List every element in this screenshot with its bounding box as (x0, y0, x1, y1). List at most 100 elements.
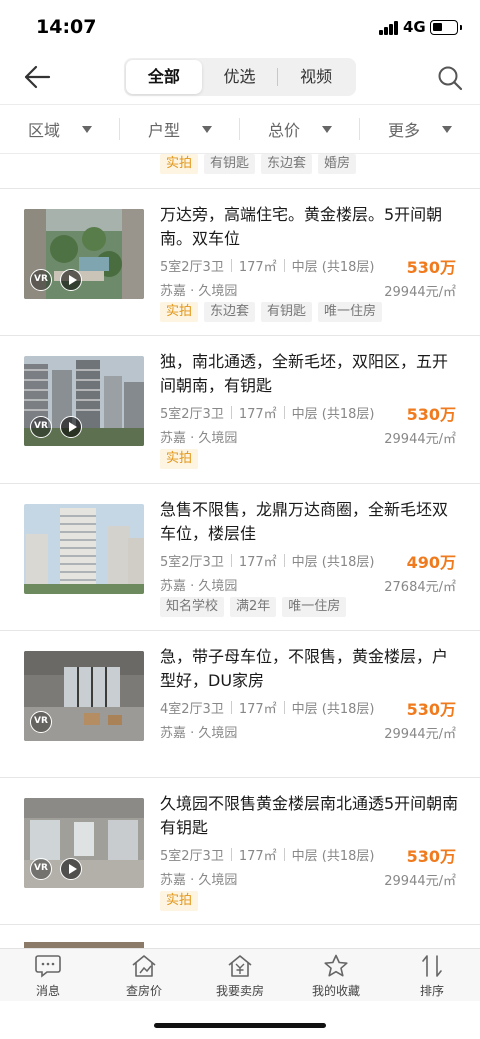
tag: 实拍 (160, 154, 199, 174)
listing-photo (24, 504, 144, 594)
list-divider (0, 924, 480, 925)
listing-tags: 实拍 东边套 有钥匙 唯一住房 (160, 302, 388, 322)
tab-sell-house[interactable]: 我要卖房 (192, 949, 288, 1001)
listing-title: 急售不限售，龙鼎万达商圈，全新毛坯双车位，楼层佳 (160, 500, 449, 543)
caret-down-icon (202, 125, 212, 133)
tab-label: 消息 (35, 984, 60, 998)
community-name: 苏嘉 · 久境园 (160, 579, 238, 594)
message-icon (35, 955, 61, 978)
listing-photo: VR (24, 798, 144, 888)
tab-all[interactable]: 全部 (126, 60, 202, 94)
listing-title: 急，带子母车位，不限售，黄金楼层，户型好，DU家房 (160, 647, 449, 690)
total-price: 530万 (406, 405, 456, 424)
tag: 有钥匙 (204, 154, 256, 174)
listing-title: 独，南北通透，全新毛坯，双阳区，五开间朝南，有钥匙 (160, 352, 449, 395)
search-icon[interactable] (436, 64, 464, 92)
tab-label: 查房价 (125, 984, 162, 998)
filter-more-label: 更多 (387, 121, 420, 140)
community-name: 苏嘉 · 久境园 (160, 431, 238, 446)
total-price: 530万 (406, 700, 456, 719)
tag: 实拍 (160, 891, 199, 911)
filter-region[interactable]: 区域 (0, 105, 120, 153)
tab-label: 排序 (419, 984, 444, 998)
listing-tags: 知名学校 满2年 唯一住房 (160, 597, 352, 617)
battery-icon (430, 20, 462, 35)
listing-title: 万达旁，高端住宅。黄金楼层。5开间朝南。双车位 (160, 205, 443, 248)
filter-layout[interactable]: 户型 (120, 105, 240, 153)
listing-meta: 4室2厅3卫 177㎡ 中层 (共18层) (160, 698, 374, 717)
unit-price: 29944元/㎡ (384, 727, 456, 742)
floor-area: 177㎡ (238, 260, 277, 275)
play-icon[interactable] (60, 416, 82, 438)
room-layout: 4室2厅3卫 (160, 702, 224, 717)
listing-tags: 实拍 (160, 449, 204, 469)
listing-card[interactable]: VR 急，带子母车位，不限售，黄金楼层，户型好，DU家房 4室2厅3卫 177㎡中… (0, 631, 480, 778)
tag: 满2年 (230, 597, 277, 617)
listing-card[interactable]: VR 万达旁，高端住宅。黄金楼层。5开间朝南。双车位 5室2厅3卫 177㎡ 中层 … (0, 189, 480, 336)
floor-area: 177㎡ (238, 849, 277, 864)
star-icon (324, 954, 348, 977)
total-price: 530万 (406, 847, 456, 866)
floor-level: 中层 (共18层) (291, 260, 375, 275)
listing-card[interactable]: 急售不限售，龙鼎万达商圈，全新毛坯双车位，楼层佳 5室2厅3卫 177㎡ 中层 (共… (0, 484, 480, 631)
listing-card[interactable]: VR 独，南北通透，全新毛坯，双阳区，五开间朝南，有钥匙 5室2厅3卫 177㎡中… (0, 336, 480, 483)
play-icon[interactable] (60, 858, 82, 880)
tag: 实拍 (160, 302, 199, 322)
status-bar: 14:07 4G (0, 0, 480, 54)
listing-title: 久境园不限售黄金楼层南北通透5开间朝南有钥匙 (160, 794, 459, 837)
listing-photo: VR (24, 356, 144, 446)
caret-down-icon (322, 125, 332, 133)
tag: 唯一住房 (318, 302, 383, 322)
tab-sort[interactable]: 排序 (384, 949, 480, 1001)
total-price: 530万 (406, 258, 456, 277)
tab-favorites[interactable]: 我的收藏 (288, 949, 384, 1001)
community-name: 苏嘉 · 久境园 (160, 873, 238, 888)
play-icon[interactable] (60, 269, 82, 291)
tab-label: 我要卖房 (215, 984, 264, 998)
tab-messages[interactable]: 消息 (0, 949, 96, 1001)
room-layout: 5室2厅3卫 (160, 407, 224, 422)
tag: 有钥匙 (261, 302, 313, 322)
sell-house-icon (228, 955, 252, 977)
unit-price: 27684元/㎡ (384, 580, 456, 595)
house-price-icon (132, 955, 156, 977)
listing-card[interactable]: VR 久境园不限售黄金楼层南北通透5开间朝南有钥匙 5室2厅3卫 177㎡ 中层 (… (0, 778, 480, 925)
unit-price: 29944元/㎡ (384, 285, 456, 300)
network-type: 4G (403, 18, 426, 36)
status-time: 14:07 (36, 16, 97, 38)
tag: 知名学校 (160, 597, 225, 617)
room-layout: 5室2厅3卫 (160, 260, 224, 275)
listing-tags: 实拍 (160, 891, 204, 911)
nav-bar: 全部 优选 视频 (0, 54, 480, 100)
caret-down-icon (82, 125, 92, 133)
tab-video[interactable]: 视频 (278, 60, 354, 94)
tab-featured[interactable]: 优选 (202, 60, 278, 94)
floor-level: 中层 (共18层) (291, 849, 375, 864)
vr-badge: VR (30, 269, 52, 291)
listing-list[interactable]: 实拍 有钥匙 东边套 婚房 VR 万达旁，高端住宅。黄金楼层。5开间朝南。双车位… (0, 154, 480, 948)
tab-house-price[interactable]: 查房价 (96, 949, 192, 1001)
room-layout: 5室2厅3卫 (160, 555, 224, 570)
listing-meta: 5室2厅3卫 177㎡ 中层 (共18层) (160, 256, 374, 275)
tag: 东边套 (261, 154, 313, 174)
floor-area: 177㎡ (238, 407, 277, 422)
bottom-tab-bar: 消息 查房价 我要卖房 我的收藏 排序 (0, 948, 480, 1001)
sort-icon (422, 955, 442, 977)
filter-more[interactable]: 更多 (360, 105, 480, 153)
tag: 婚房 (318, 154, 357, 174)
caret-down-icon (442, 125, 452, 133)
filter-price[interactable]: 总价 (240, 105, 360, 153)
community-name: 苏嘉 · 久境园 (160, 284, 238, 299)
listing-meta: 5室2厅3卫 177㎡ 中层 (共18层) (160, 551, 374, 570)
listing-meta: 5室2厅3卫 177㎡ 中层 (共18层) (160, 403, 374, 422)
listing-meta: 5室2厅3卫 177㎡ 中层 (共18层) (160, 845, 374, 864)
listing-photo: VR (24, 651, 144, 741)
tag: 东边套 (204, 302, 256, 322)
total-price: 490万 (406, 553, 456, 572)
back-arrow-icon[interactable] (22, 63, 52, 91)
floor-area: 177㎡ (238, 702, 277, 717)
segmented-control: 全部 优选 视频 (124, 58, 356, 96)
tag: 实拍 (160, 449, 199, 469)
floor-level: 中层 (共18层) (291, 702, 375, 717)
filter-bar: 区域 户型 总价 更多 (0, 104, 480, 154)
